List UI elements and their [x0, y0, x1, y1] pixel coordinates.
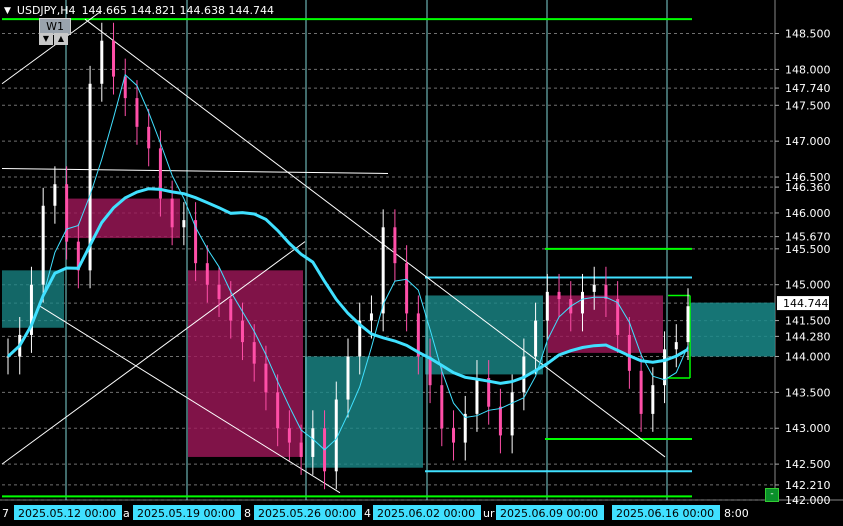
candle-body	[369, 313, 373, 321]
candle-body	[264, 363, 268, 393]
candle-body	[534, 320, 538, 357]
candle-body	[463, 413, 467, 443]
time-partial-label: 4	[364, 507, 371, 520]
price-tick-label: 148.000	[785, 63, 831, 76]
candle-body	[639, 370, 643, 414]
triangle-down-icon[interactable]: ▼	[4, 6, 11, 16]
candle-body	[100, 40, 104, 84]
candle-body	[627, 334, 631, 371]
candle-body	[580, 291, 584, 314]
time-tick-label: 2025.06.16 00:00	[616, 507, 714, 520]
time-tick-label: 2025.05.19 00:00	[137, 507, 235, 520]
price-tick-label: 145.500	[785, 243, 831, 256]
price-tick-label: 143.500	[785, 386, 831, 399]
candle-body	[651, 385, 655, 414]
symbol-label: USDJPY,H4	[16, 4, 76, 17]
candle-body	[522, 356, 526, 393]
time-partial-label: a	[123, 507, 130, 520]
price-tick-label: 145.000	[785, 279, 831, 292]
candle-body	[287, 428, 291, 443]
candle-body	[674, 342, 678, 350]
candle-body	[428, 356, 432, 386]
candle-body	[592, 284, 596, 292]
candle-body	[686, 306, 690, 343]
candle-body	[510, 392, 514, 436]
price-tick-label: 147.740	[785, 82, 831, 95]
minimize-button[interactable]: -	[765, 488, 779, 502]
candle-body	[545, 291, 549, 321]
time-tick-label: 2025.06.09 00:00	[500, 507, 598, 520]
candle-body	[557, 291, 561, 300]
candle-body	[182, 220, 186, 228]
candle-body	[498, 406, 502, 436]
candle-body	[240, 320, 244, 343]
time-tick-label: 2025.06.02 00:00	[377, 507, 475, 520]
candle-body	[229, 299, 233, 321]
time-partial-label: 8	[244, 507, 251, 520]
candle-body	[53, 184, 57, 206]
price-chart[interactable]: 148.500148.000147.740147.500147.000146.5…	[0, 0, 843, 526]
candle-body	[393, 227, 397, 264]
ohlc-values: 144.665 144.821 144.638 144.744	[81, 4, 275, 17]
trend-line	[1, 167, 389, 174]
price-tick-label: 148.500	[785, 28, 831, 41]
zone-pink	[68, 198, 180, 239]
candle-body	[452, 428, 456, 443]
candle-body	[65, 184, 69, 242]
time-tick-label: 2025.05.12 00:00	[18, 507, 116, 520]
price-tick-label: 145.670	[785, 231, 831, 244]
time-partial-label: 8:00	[724, 507, 749, 520]
price-tick-label: 147.500	[785, 99, 831, 112]
candle-body	[252, 342, 256, 364]
price-tick-label: 144.280	[785, 330, 831, 343]
candle-body	[346, 356, 350, 400]
zone-pink	[188, 270, 303, 457]
candle-body	[147, 126, 151, 149]
price-tick-label: 141.500	[785, 315, 831, 328]
price-tick-label: 142.000	[785, 494, 831, 507]
current-price-label: 144.744	[783, 297, 829, 310]
price-tick-label: 142.210	[785, 479, 831, 492]
zone-teal	[690, 302, 775, 357]
candle-body	[334, 399, 338, 472]
candle-body	[311, 428, 315, 457]
candle-body	[217, 284, 221, 300]
chart-window[interactable]: 148.500 148.000 147.740 147.500 147.000 146.5…	[0, 0, 843, 526]
price-tick-label: 144.000	[785, 350, 831, 363]
down-triangle-icon[interactable]: ▼	[39, 33, 53, 45]
time-partial-label: 7	[2, 507, 9, 520]
candle-body	[41, 205, 45, 285]
candle-body	[112, 40, 116, 77]
time-tick-label: 2025.05.26 00:00	[258, 507, 356, 520]
candle-body	[276, 392, 280, 429]
timeframe-buttons: ▼ ▲	[39, 33, 68, 45]
up-triangle-icon[interactable]: ▲	[54, 33, 68, 45]
candle-body	[299, 442, 303, 457]
price-tick-label: 142.500	[785, 458, 831, 471]
price-tick-label: 146.360	[785, 181, 831, 194]
price-tick-label: 146.000	[785, 207, 831, 220]
price-tick-label: 143.000	[785, 422, 831, 435]
candle-body	[205, 263, 209, 285]
candle-body	[135, 98, 139, 127]
candle-body	[475, 378, 479, 414]
candle-body	[440, 385, 444, 429]
symbol-header: ▼ USDJPY,H4 144.665 144.821 144.638 144.…	[4, 4, 274, 17]
price-tick-label: 147.000	[785, 135, 831, 148]
candle-body	[381, 227, 385, 314]
candle-body	[405, 263, 409, 314]
candle-body	[170, 198, 174, 228]
time-partial-label: ur	[483, 507, 495, 520]
